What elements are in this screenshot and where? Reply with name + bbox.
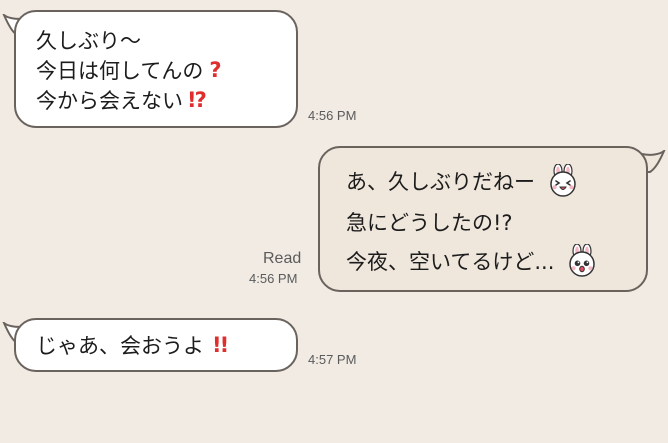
message-timestamp: 4:56 PM [249, 271, 298, 286]
message-bubble-incoming-1[interactable]: 久しぶり〜 今日は何してんの? 今から会えない!? [14, 10, 298, 128]
message-text: 急にどうしたの!? [346, 211, 513, 235]
message-timestamp: 4:57 PM [308, 352, 357, 367]
message-text: 今日は何してんの [36, 59, 204, 83]
message-text: 今夜、空いてるけど... [346, 250, 555, 274]
message-text: 久しぶり〜 [36, 29, 141, 53]
message-text: 今から会えない [36, 89, 183, 113]
message-bubble-outgoing-2[interactable]: あ、久しぶりだねー 急にどうしたの!? 今夜、空いてるけど... [318, 146, 648, 292]
red-question-mark-icon: ? [209, 58, 222, 82]
red-double-exclamation-icon: !! [212, 333, 229, 357]
message-text: じゃあ、会おうよ [36, 334, 204, 358]
message-text: あ、久しぶりだねー [346, 170, 535, 194]
red-exclamation-question-icon: !? [187, 88, 207, 112]
chat-thread: 久しぶり〜 今日は何してんの? 今から会えない!? 4:56 PM あ、久しぶり… [0, 0, 668, 443]
message-bubble-incoming-3[interactable]: じゃあ、会おうよ!! [14, 318, 298, 372]
bunny-surprised-sticker-icon [565, 244, 599, 278]
read-receipt: Read [263, 250, 302, 267]
message-timestamp: 4:56 PM [308, 108, 357, 123]
bunny-laughing-sticker-icon [546, 164, 580, 198]
